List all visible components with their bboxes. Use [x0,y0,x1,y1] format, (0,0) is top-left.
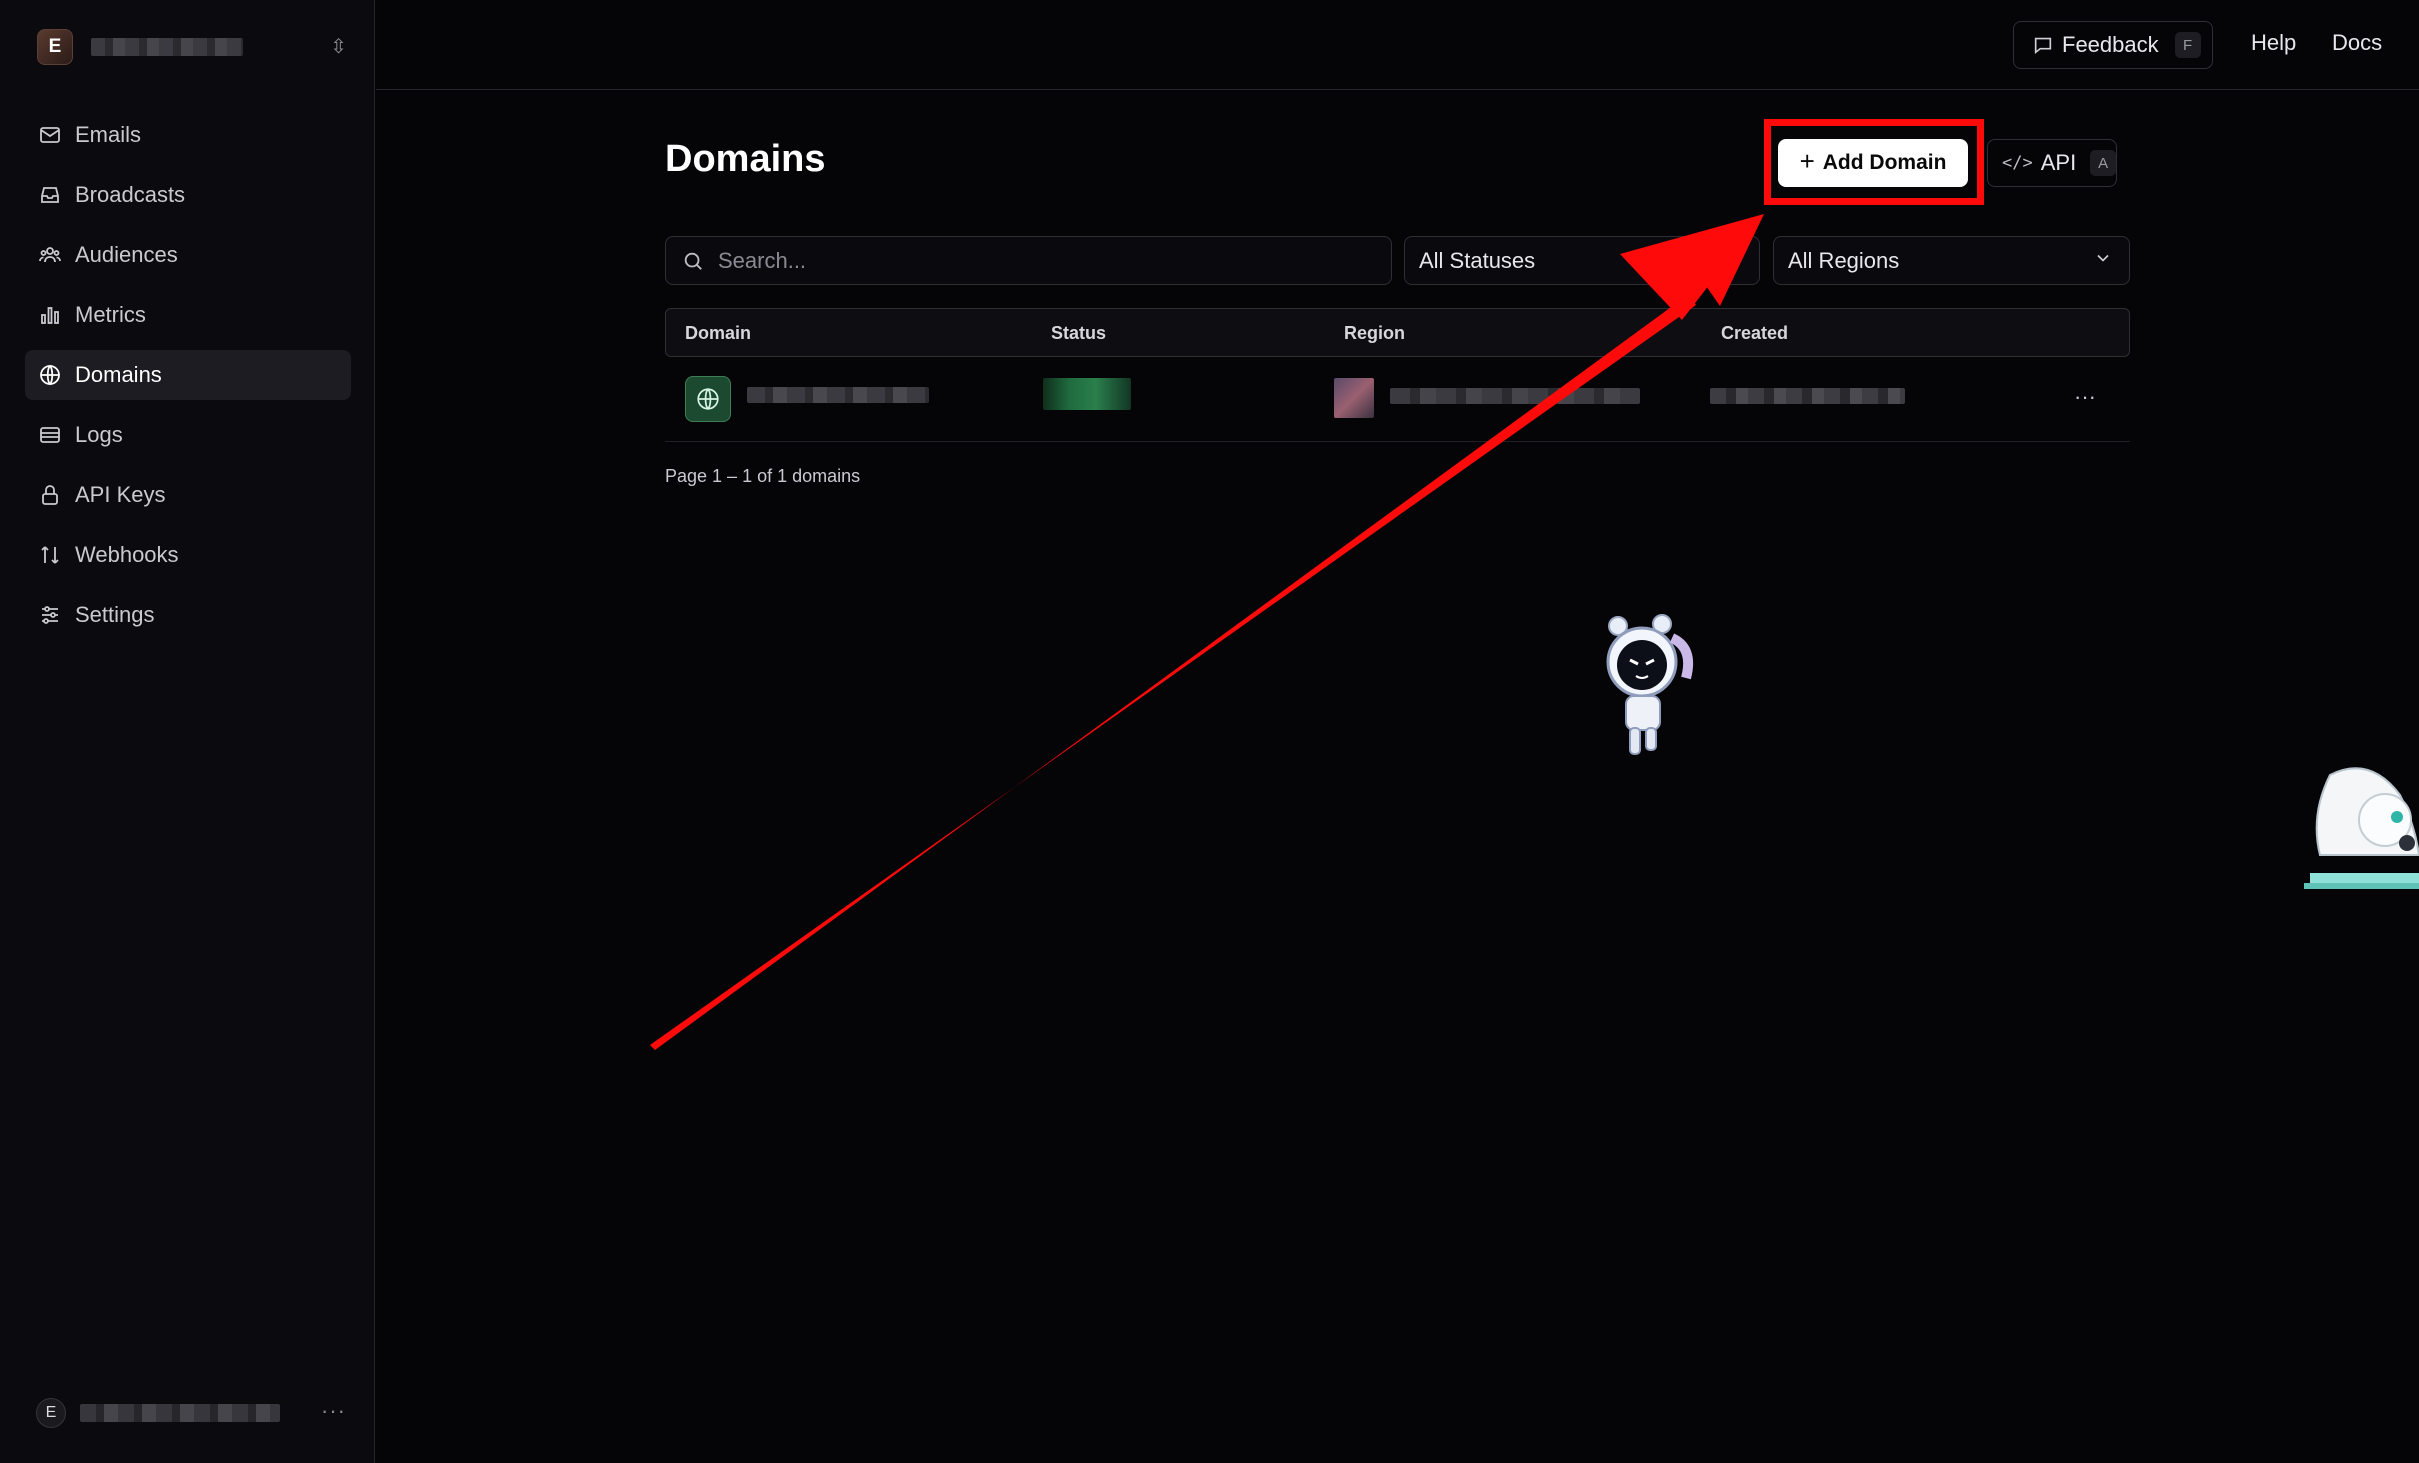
mail-icon [37,122,63,148]
bar-chart-icon [37,302,63,328]
row-actions-button[interactable]: ··· [2074,384,2096,410]
sidebar-item-label: Audiences [75,242,178,267]
column-header-created[interactable]: Created [1721,323,1788,344]
sidebar-item-label: Settings [75,602,155,627]
workspace-avatar: E [37,29,73,65]
sidebar-item-audiences[interactable]: Audiences [25,230,351,280]
column-header-domain[interactable]: Domain [685,323,751,344]
chevron-down-icon [2093,248,2113,268]
globe-icon [37,362,63,388]
sidebar-item-emails[interactable]: Emails [25,110,351,160]
sidebar-item-logs[interactable]: Logs [25,410,351,460]
highlight-box [1764,119,1984,205]
domain-name-redacted[interactable] [747,387,929,403]
chevron-up-down-icon: ⇳ [330,36,347,58]
sidebar-item-webhooks[interactable]: Webhooks [25,530,351,580]
api-label: API [2040,150,2077,175]
globe-icon [685,376,731,422]
status-badge-redacted [1043,378,1131,410]
feedback-button[interactable]: Feedback F [2013,21,2213,69]
column-header-region[interactable]: Region [1344,323,1405,344]
workspace-name-redacted [91,38,243,56]
sidebar-item-label: Webhooks [75,542,179,567]
inbox-icon [37,182,63,208]
users-icon [37,242,63,268]
sidebar: E ⇳ Emails Broadcasts Audiences Metrics … [0,0,375,1463]
chat-icon [2034,37,2052,55]
feedback-shortcut: F [2174,32,2201,58]
page-title: Domains [665,138,826,180]
more-icon[interactable]: ··· [321,1398,346,1424]
user-menu[interactable]: E ··· [36,1396,346,1430]
search-icon [684,252,702,270]
sliders-icon [37,602,63,628]
search-placeholder: Search... [718,247,807,273]
region-filter-value: All Regions [1788,247,1900,273]
help-link[interactable]: Help [2251,30,2296,56]
sidebar-item-label: Logs [75,422,123,447]
sidebar-item-label: Domains [75,362,162,387]
api-button[interactable]: </> API A [1987,139,2117,187]
search-input[interactable]: Search... [665,236,1392,285]
region-filter-select[interactable]: All Regions [1773,236,2130,285]
sidebar-item-label: API Keys [75,482,166,507]
sidebar-item-metrics[interactable]: Metrics [25,290,351,340]
docs-link[interactable]: Docs [2332,30,2382,56]
sidebar-nav: Emails Broadcasts Audiences Metrics Doma… [25,110,351,650]
code-icon: </> [2002,153,2033,173]
user-name-redacted [80,1404,280,1422]
region-name-redacted [1390,388,1640,404]
table-row[interactable]: ··· [665,366,2130,442]
sidebar-item-label: Metrics [75,302,146,327]
pagination-info: Page 1 – 1 of 1 domains [665,466,861,486]
sidebar-item-label: Broadcasts [75,182,186,207]
sidebar-item-label: Emails [75,122,142,147]
sidebar-item-domains[interactable]: Domains [25,350,351,400]
topbar: Feedback F Help Docs [376,0,2419,90]
workspace-switcher[interactable]: E ⇳ [37,28,347,66]
sidebar-item-api-keys[interactable]: API Keys [25,470,351,520]
column-header-status[interactable]: Status [1051,323,1106,344]
webhook-icon [37,542,63,568]
sidebar-item-broadcasts[interactable]: Broadcasts [25,170,351,220]
robot-mascot-image [1606,614,1694,755]
created-date-redacted [1710,388,1905,404]
anime-girl-mascot-image [2304,767,2419,889]
logs-icon [37,422,63,448]
api-shortcut: A [2090,150,2116,176]
sidebar-item-settings[interactable]: Settings [25,590,351,640]
chevron-down-icon [1723,248,1743,268]
status-filter-select[interactable]: All Statuses [1404,236,1760,285]
lock-icon [37,482,63,508]
table-header: Domain Status Region Created [665,308,2130,357]
avatar: E [36,1398,66,1428]
region-flag-redacted [1334,378,1374,418]
feedback-label: Feedback [2062,32,2159,57]
status-filter-value: All Statuses [1419,247,1536,273]
